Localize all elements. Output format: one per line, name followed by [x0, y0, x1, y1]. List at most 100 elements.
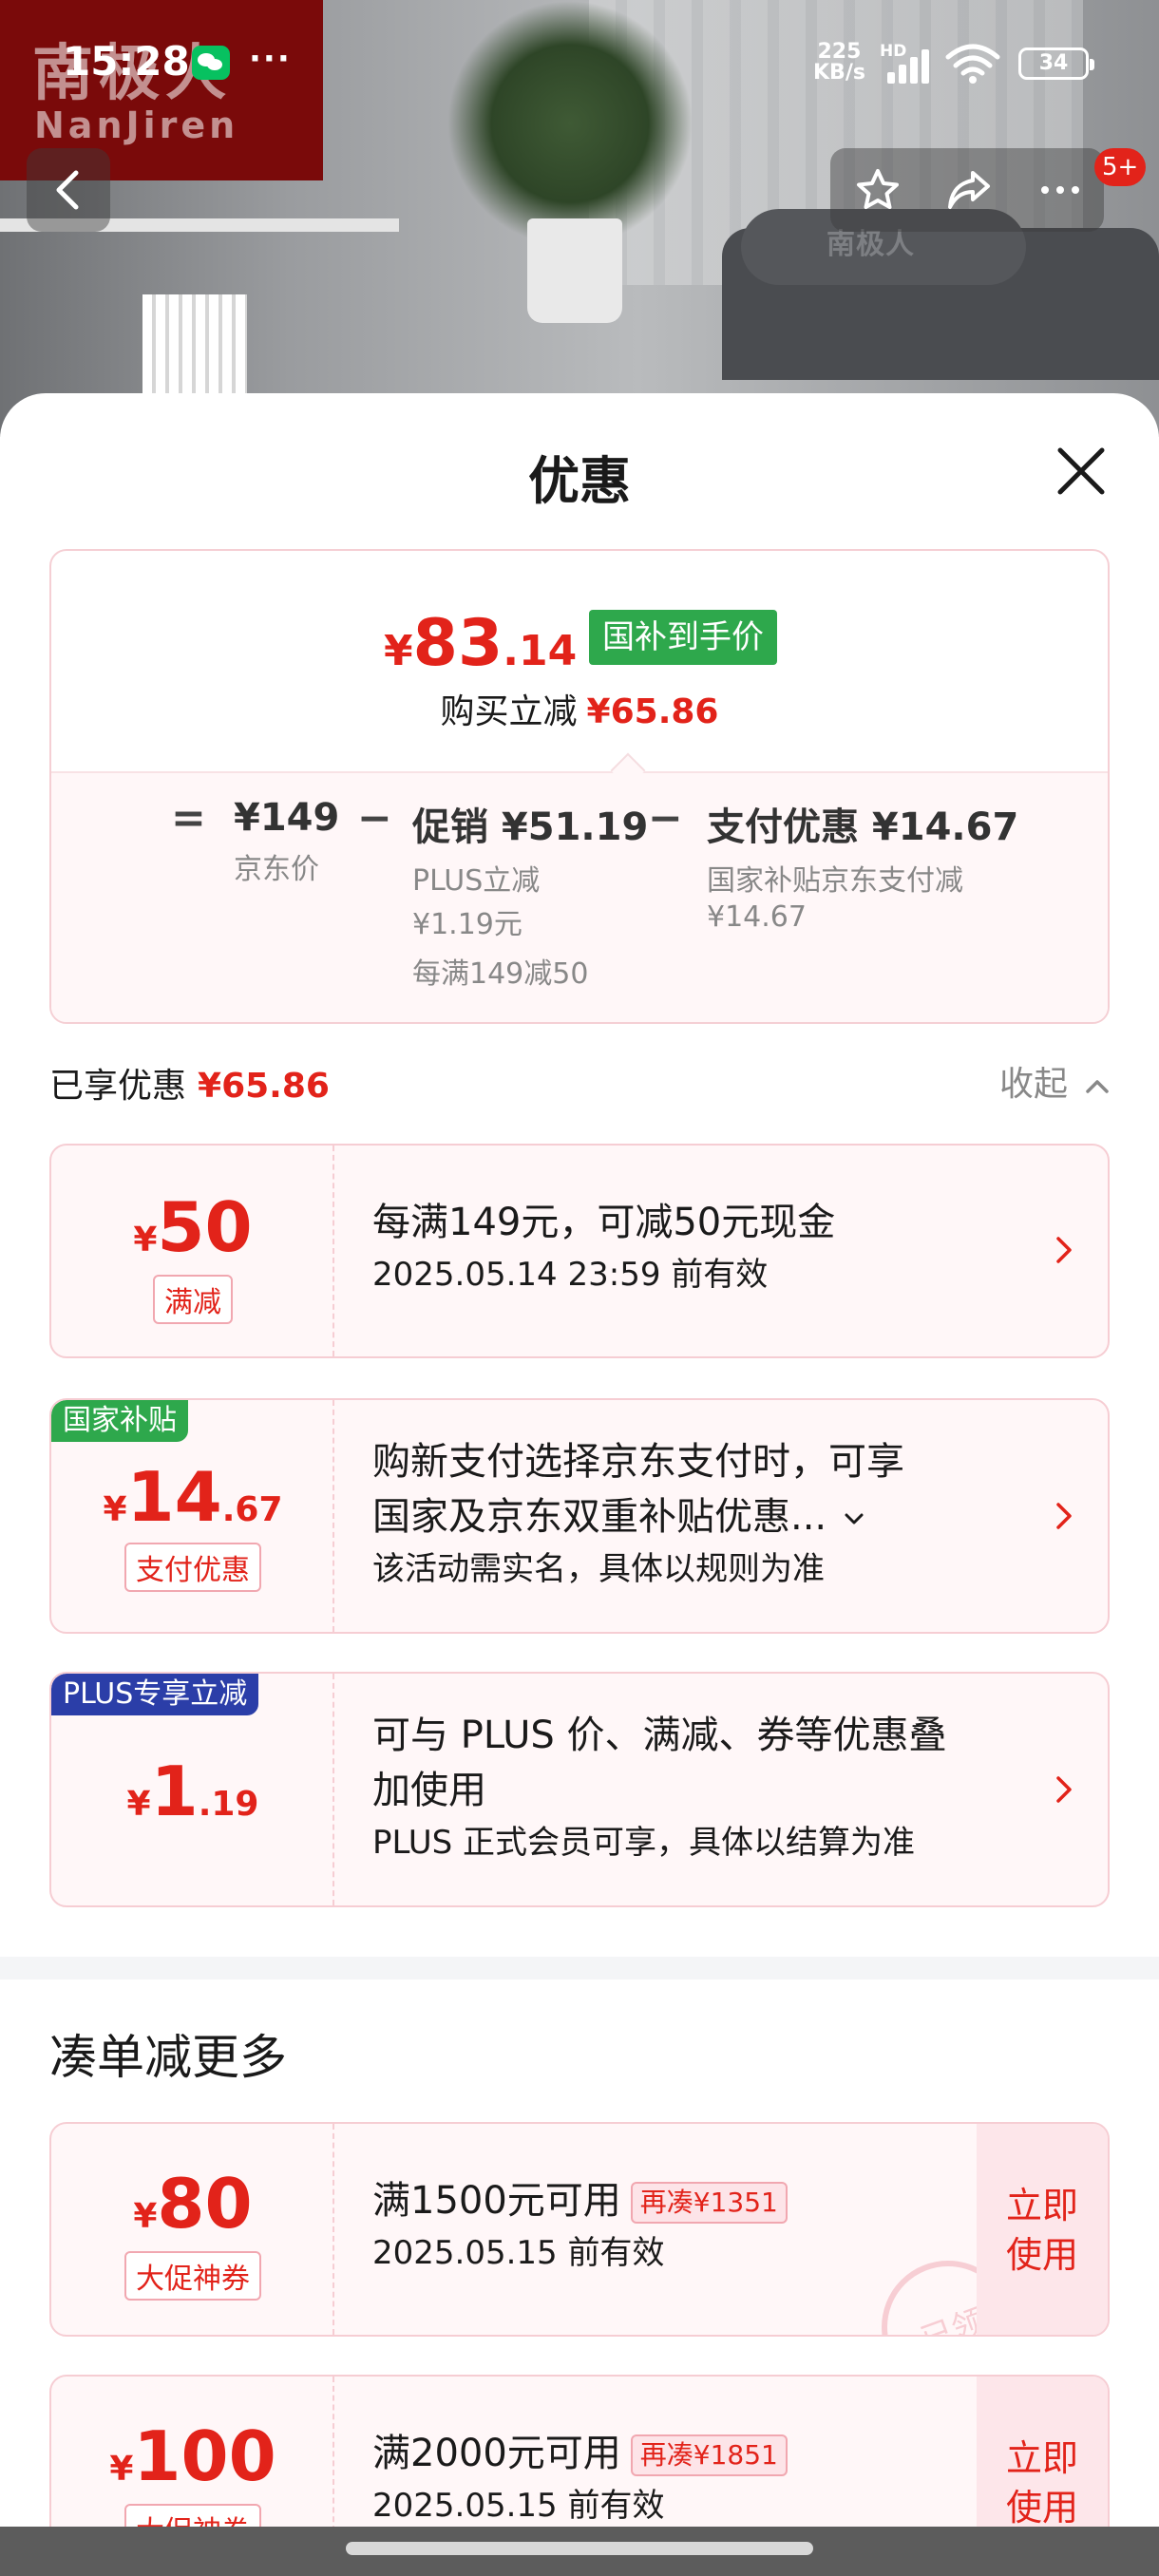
coupon-currency: ¥: [103, 1490, 127, 1529]
coupon-type-badge: 满减: [51, 1275, 334, 1324]
coupon-amount-area: ¥80 大促神券: [51, 2124, 334, 2335]
enjoyed-value: ¥65.86: [198, 1067, 330, 1106]
discount-sheet: 优惠 ¥83.14 国补到手价 购买立减 ¥65.86 = ¥149 京东价 − …: [0, 393, 1159, 2576]
coupon-body: 购新支付选择京东支付时，可享 国家及京东双重补贴优惠... 该活动需实名，具体以…: [372, 1434, 1037, 1594]
favorite-button[interactable]: [836, 148, 920, 232]
back-button[interactable]: [27, 148, 110, 232]
share-button[interactable]: [925, 148, 1009, 232]
coupon-amount-area: ¥1.19: [51, 1674, 334, 1905]
discount-coupon-plus[interactable]: PLUS专享立减 ¥1.19 可与 PLUS 价、满减、券等优惠叠 加使用 PL…: [49, 1672, 1110, 1907]
coupon-type-badge: 支付优惠: [51, 1543, 334, 1592]
coupon-description: PLUS 正式会员可享，具体以结算为准: [372, 1824, 916, 1862]
network-speed-value: 225: [817, 40, 862, 64]
subsidy-price-tag: 国补到手价: [589, 610, 777, 665]
coupon-amount-area: ¥14.67 支付优惠: [51, 1400, 334, 1632]
coupon-type-label: 支付优惠: [124, 1543, 261, 1592]
coupon-title-line1: 购新支付选择京东支付时，可享: [372, 1440, 904, 1484]
jd-price-label: 京东价: [234, 853, 319, 886]
discount-coupon-full-reduction[interactable]: ¥50 满减 每满149元，可减50元现金 2025.05.14 23:59 前…: [49, 1144, 1110, 1358]
coupon-body: 可与 PLUS 价、满减、券等优惠叠 加使用 PLUS 正式会员可享，具体以结算…: [372, 1708, 1037, 1867]
breakdown-promo: 促销 ¥51.19 PLUS立减 ¥1.19元 每满149减50: [412, 796, 648, 992]
more-notifications-icon: ···: [249, 40, 292, 78]
coupon-amount-dec: .19: [198, 1785, 259, 1824]
more-section-title: 凑单减更多: [49, 2030, 287, 2085]
use-now-button[interactable]: 立即 使用: [977, 2124, 1108, 2335]
more-menu-button[interactable]: [1016, 148, 1100, 232]
saving-line: 购买立减 ¥65.86: [51, 684, 1108, 733]
section-divider: [0, 1957, 1159, 1979]
coupon-amount: ¥50: [51, 1187, 334, 1267]
coupon-title-line1: 可与 PLUS 价、满减、券等优惠叠: [372, 1714, 947, 1757]
minus-sign: −: [648, 794, 683, 843]
minus-sign: −: [357, 794, 392, 843]
promo-rule: 每满149减50: [412, 957, 589, 991]
coupon-title-line2: 国家及京东双重补贴优惠...: [372, 1489, 1037, 1544]
wifi-icon: [945, 44, 1000, 84]
coupon-amount-int: 14: [126, 1457, 222, 1537]
breakdown-pay: 支付优惠 ¥14.67 国家补贴京东支付减 ¥14.67: [707, 796, 1018, 934]
enjoyed-discount: 已享优惠 ¥65.86: [49, 1058, 330, 1108]
use-now-line1: 立即: [1005, 2437, 1078, 2479]
promo-value: 促销 ¥51.19: [412, 805, 649, 849]
chevron-right-icon: [1056, 1237, 1072, 1263]
coupon-need-more-pill: 再凑¥1851: [630, 2434, 788, 2476]
chevron-down-icon[interactable]: [843, 1510, 865, 1527]
pay-discount-label: 国家补贴京东支付减: [707, 864, 963, 898]
saving-value: ¥65.86: [586, 692, 719, 731]
coupon-amount: ¥14.67: [51, 1457, 334, 1537]
coupon-amount-area: ¥50 满减: [51, 1146, 334, 1356]
message-badge[interactable]: 5+: [1094, 148, 1147, 186]
saving-label: 购买立减: [440, 692, 578, 731]
coupon-description: 该活动需实名，具体以规则为准: [372, 1550, 825, 1588]
plant-pot: [527, 218, 622, 323]
coupon-validity: 2025.05.15 前有效: [372, 2487, 665, 2525]
collapse-label: 收起: [999, 1065, 1069, 1104]
coupon-need-more-pill: 再凑¥1351: [630, 2182, 788, 2224]
coupon-amount-int: 80: [157, 2164, 253, 2244]
final-price: ¥83.14: [384, 606, 577, 681]
coupon-body: 每满149元，可减50元现金 2025.05.14 23:59 前有效: [372, 1195, 1037, 1299]
chevron-up-icon: [1086, 1080, 1110, 1093]
coupon-title-line2: 加使用: [372, 1769, 486, 1812]
jd-price-value: ¥149: [234, 796, 340, 840]
pay-discount-value: 支付优惠 ¥14.67: [707, 805, 1019, 849]
network-speed-unit: KB/s: [813, 61, 865, 85]
enjoyed-label: 已享优惠: [49, 1067, 187, 1106]
sheet-title: 优惠: [528, 451, 631, 511]
coupon-amount-int: 1: [150, 1752, 199, 1831]
discount-coupon-national-subsidy[interactable]: 国家补贴 ¥14.67 支付优惠 购新支付选择京东支付时，可享 国家及京东双重补…: [49, 1398, 1110, 1634]
books: [142, 294, 247, 399]
coupon-currency: ¥: [109, 2450, 134, 2489]
coupon-body: 满2000元可用 再凑¥1851 2025.05.15 前有效: [372, 2426, 1037, 2530]
price-summary-card: ¥83.14 国补到手价 购买立减 ¥65.86 = ¥149 京东价 − 促销 …: [49, 549, 1110, 1024]
coupon-amount-dec: .67: [221, 1490, 283, 1529]
pay-discount-amount: ¥14.67: [707, 900, 807, 934]
promo-coupon-80[interactable]: ¥80 大促神券 满1500元可用 再凑¥1351 2025.05.15 前有效 …: [49, 2122, 1110, 2337]
star-icon: [857, 169, 899, 209]
coupon-currency: ¥: [133, 2197, 158, 2236]
collapse-button[interactable]: 收起: [999, 1056, 1111, 1106]
promo-plus-value: ¥1.19元: [412, 908, 522, 941]
promo-plus-label: PLUS立减: [412, 864, 541, 898]
close-icon[interactable]: [1053, 443, 1110, 500]
coupon-amount-int: 100: [133, 2416, 276, 2496]
coupon-currency: ¥: [126, 1785, 151, 1824]
use-now-line2: 使用: [1005, 2234, 1078, 2276]
chevron-right-icon: [1056, 1503, 1072, 1529]
share-icon: [948, 171, 990, 209]
coupon-title-line2-text: 国家及京东双重补贴优惠...: [372, 1495, 827, 1539]
chevron-left-icon: [56, 170, 79, 210]
use-now-line1: 立即: [1005, 2185, 1078, 2226]
coupon-amount-int: 50: [157, 1187, 253, 1267]
coupon-title: 满2000元可用: [372, 2432, 621, 2475]
coupon-title-row: 满2000元可用 再凑¥1851: [372, 2426, 1037, 2481]
coupon-title-row: 满1500元可用 再凑¥1351: [372, 2173, 1037, 2228]
coupon-validity: 2025.05.14 23:59 前有效: [372, 1256, 769, 1294]
top-action-group: [830, 148, 1104, 232]
coupon-title: 满1500元可用: [372, 2179, 621, 2223]
price-summary-top: ¥83.14 国补到手价 购买立减 ¥65.86: [51, 551, 1108, 771]
final-price-integer: 83: [412, 606, 504, 681]
status-bar: 15:28 ··· 225 KB/s HD 34: [0, 0, 1159, 123]
home-gesture-bar[interactable]: [346, 2542, 813, 2555]
coupon-currency: ¥: [133, 1221, 158, 1260]
